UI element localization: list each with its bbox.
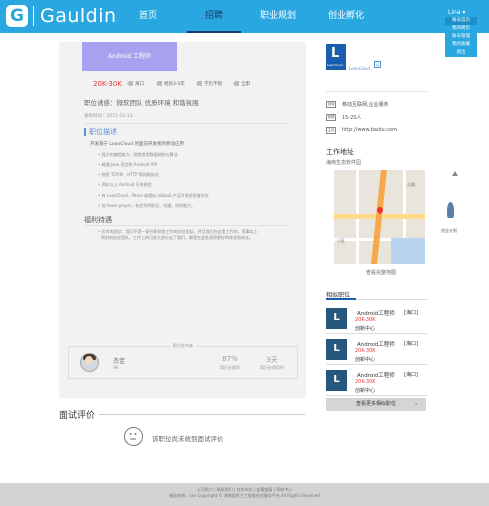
- job-salary: 20K-30K: [93, 80, 122, 88]
- desc-bullet: • 有 LeanCloud、Parse 或相似 mBaaS 产品开发经验者优先: [98, 193, 209, 198]
- chevron-right-icon: ›: [415, 401, 418, 408]
- divider: [84, 123, 289, 124]
- benefit-section-title: 福利待遇: [84, 216, 112, 224]
- job-allure: 职位诱惑：微软团队 优质环境 和谐氛围: [84, 99, 199, 107]
- related-job-name[interactable]: Android工程师: [357, 309, 395, 317]
- user-name[interactable]: Lina ▾: [448, 9, 465, 16]
- related-job-salary: 20K-30K: [355, 348, 376, 354]
- size-icon: 规模: [326, 114, 336, 121]
- neutral-face-icon: [124, 427, 143, 446]
- related-job-company: 创新中心: [355, 326, 376, 332]
- float-label[interactable]: 创业计划: [441, 228, 457, 234]
- brand-name[interactable]: Gauldin: [40, 3, 117, 29]
- company-site[interactable]: http://www.baidu.com: [342, 127, 397, 133]
- related-job-salary: 20K-30K: [355, 317, 376, 323]
- desc-bullet: • 精通 Java 语言和 Android API: [98, 162, 157, 167]
- desc-intro: 开发基于 LeanCloud 的面向开发者的移动应用: [90, 142, 185, 147]
- benefit-text-cont: 和别的创业团队，工作上的已经大部分走了我们，都是在此处获得更好的体验和成长。: [101, 235, 253, 240]
- related-job-company: 创新中心: [355, 388, 376, 394]
- desc-bullet: • 加 team player，有优秀的职业、沟通、协作能力。: [98, 203, 196, 208]
- work-address: 海南生态软件园: [326, 160, 362, 166]
- divider: [84, 225, 289, 226]
- logo-divider: [33, 6, 34, 26]
- back-to-top-icon[interactable]: [452, 171, 458, 176]
- user-menu-resume[interactable]: 我的简历: [445, 25, 477, 33]
- tag-icon: [233, 81, 239, 86]
- desc-bullet: • 两年以上 Android 开发经验: [98, 182, 152, 187]
- related-underline: [326, 298, 356, 300]
- work-address-title: 工作地址: [326, 148, 354, 156]
- desc-section-title: 职位描述: [89, 128, 117, 136]
- footer-copyright: 服务热线：xxx Copyright © 海南国贸兰工智能创业服务平台 All …: [169, 493, 320, 498]
- related-logo-letter: L: [333, 374, 340, 385]
- company-name[interactable]: LeanCloud: [349, 66, 370, 71]
- section-marker: [84, 128, 86, 136]
- nav-home[interactable]: 首页: [128, 0, 168, 33]
- publisher-label: 职位发布者: [171, 343, 195, 349]
- publisher-role: HR: [113, 365, 119, 370]
- interview-title: 面试评价: [59, 411, 96, 421]
- field-icon: 领域: [326, 101, 336, 108]
- tag-icon: [127, 81, 133, 86]
- related-job-location: [海口]: [404, 310, 418, 316]
- nav-career[interactable]: 职业规划: [252, 0, 304, 33]
- publisher-name: 杰佳: [113, 358, 126, 365]
- resume-rate-label: 简历处理率: [220, 365, 240, 370]
- related-logo-letter: L: [333, 343, 340, 354]
- related-job-name[interactable]: Android工程师: [357, 340, 395, 348]
- nav-incubation[interactable]: 创业孵化: [320, 0, 372, 33]
- tag-icon: [156, 81, 162, 86]
- desc-bullet: • 熟悉 TCP/IP、HTTP 等网络协议: [98, 172, 159, 177]
- resume-days-value: 3天: [266, 356, 278, 364]
- rocket-icon[interactable]: [447, 202, 454, 218]
- job-type: 全职: [233, 80, 250, 89]
- user-menu-account[interactable]: 账号管理: [445, 33, 477, 41]
- related-job-company: 创新中心: [355, 357, 376, 363]
- more-related-button[interactable]: 查看更多相似职位: [326, 398, 426, 411]
- user-menu-logout[interactable]: 退出: [445, 49, 477, 57]
- interview-divider: [99, 414, 305, 415]
- job-title-tag: Android 工程师: [82, 42, 177, 71]
- resume-days-label: 简历处理用时: [260, 365, 284, 370]
- user-menu-home[interactable]: 账号首页: [445, 17, 477, 25]
- homepage-icon: 主页: [326, 127, 336, 134]
- user-menu-favorites[interactable]: 我的收藏: [445, 41, 477, 49]
- interview-empty-text: 该职位尚未收到面试评价: [152, 435, 224, 443]
- job-publish-time: 发布时间：2015-11-13: [84, 114, 133, 119]
- job-experience: 经验3-5年: [156, 80, 185, 89]
- company-size: 15-20人: [342, 115, 362, 121]
- related-job-location: [海口]: [404, 372, 418, 378]
- job-location: 海口: [127, 80, 144, 89]
- view-full-map-link[interactable]: 查看完整地图: [366, 269, 396, 276]
- map-water: [391, 238, 425, 264]
- related-job-salary: 20K-30K: [355, 379, 376, 385]
- company-logo-letter: L: [331, 46, 340, 61]
- company-logo-text: LeanCloud: [327, 63, 343, 67]
- tag-icon: [196, 81, 202, 86]
- user-dropdown-menu: 账号首页 我的简历 账号管理 我的收藏 退出: [445, 17, 477, 57]
- company-divider: [326, 91, 427, 92]
- nav-jobs[interactable]: 招聘: [187, 0, 241, 33]
- related-job-location: [海口]: [404, 341, 418, 347]
- verified-badge-icon: 认: [374, 61, 381, 68]
- desc-bullet: • 强大的编程能力，熟悉常用数据结构与算法: [98, 152, 178, 157]
- map-label: 小区: [337, 238, 345, 243]
- related-job-name[interactable]: Android工程师: [357, 371, 395, 379]
- company-field: 移动互联网,企业服务: [342, 102, 389, 108]
- logo-letter: G: [10, 6, 24, 26]
- job-education: 学历不限: [196, 80, 222, 89]
- related-logo-letter: L: [333, 312, 340, 323]
- map-label: 公园: [407, 182, 415, 187]
- avatar-face: [85, 356, 93, 365]
- resume-rate-value: 87%: [222, 355, 238, 363]
